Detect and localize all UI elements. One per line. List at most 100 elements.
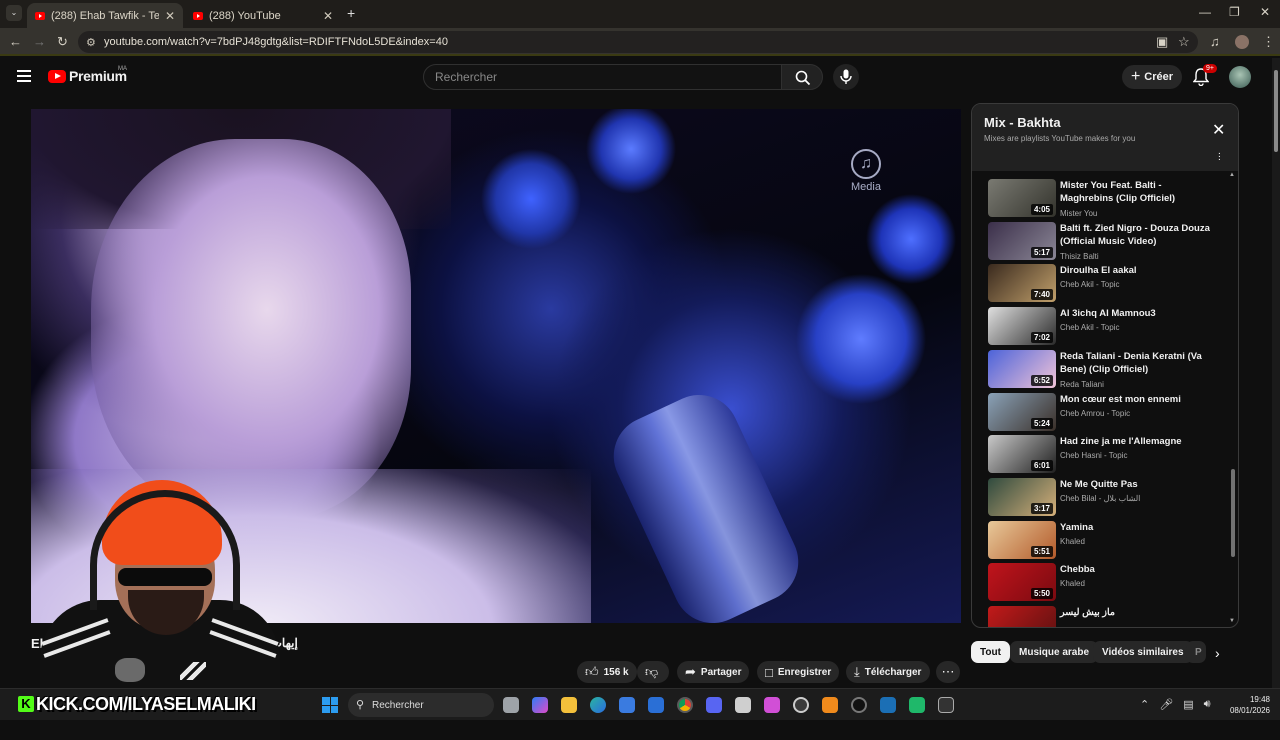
site-info-icon[interactable]: ⚙ xyxy=(86,36,96,49)
create-button[interactable]: + Créer xyxy=(1122,65,1182,89)
edge-icon[interactable] xyxy=(590,697,606,713)
video-thumbnail[interactable]: 4:05 xyxy=(988,179,1056,217)
video-thumbnail[interactable]: 5:51 xyxy=(988,521,1056,559)
more-actions-button[interactable]: ⋯ xyxy=(936,661,960,683)
profile-avatar[interactable] xyxy=(1235,35,1249,49)
playlist-item-title[interactable]: Al 3ichq Al Mamnou3 xyxy=(1060,307,1210,320)
playlist-item[interactable]: 7:02 Al 3ichq Al Mamnou3 Cheb Akil - Topic xyxy=(972,307,1238,347)
playlist-item-title[interactable]: Balti ft. Zied Nigro - Douza Douza (Offi… xyxy=(1060,222,1210,248)
menu-icon[interactable] xyxy=(17,70,31,85)
playlist-item[interactable]: 5:51 Yamina Khaled xyxy=(972,521,1238,561)
vlc-icon[interactable] xyxy=(822,697,838,713)
scroll-down-icon[interactable]: ▼ xyxy=(1229,618,1235,624)
system-clock[interactable]: 19:48 08/01/2026 xyxy=(1222,694,1270,716)
photos-icon[interactable] xyxy=(735,697,751,713)
playlist-scrollbar[interactable] xyxy=(1231,469,1235,557)
video-thumbnail[interactable]: 5:50 xyxy=(988,563,1056,601)
restore-icon[interactable]: ❐ xyxy=(1229,5,1240,19)
minimize-icon[interactable]: — xyxy=(1199,5,1211,19)
playlist-item-title[interactable]: Reda Taliani - Denia Keratni (Va Bene) (… xyxy=(1060,350,1210,376)
capture-icon[interactable] xyxy=(938,697,954,713)
file-explorer-icon[interactable] xyxy=(561,697,577,713)
browser-tab-active[interactable]: (288) Ehab Tawfik - Tetraga Fya ✕ xyxy=(27,3,183,28)
playlist-item[interactable]: 6:52 Reda Taliani - Denia Keratni (Va Ben… xyxy=(972,350,1238,390)
obs-icon[interactable] xyxy=(793,697,809,713)
playlist-item-title[interactable]: Mon cœur est mon ennemi xyxy=(1060,393,1210,406)
chevron-up-icon[interactable]: ⌃ xyxy=(1140,698,1149,711)
task-view-icon[interactable] xyxy=(503,697,519,713)
playlist-item-title[interactable]: Chebba xyxy=(1060,563,1210,576)
chip-more[interactable]: P xyxy=(1186,641,1206,663)
address-bar[interactable]: ⚙ youtube.com/watch?v=7bdPJ48gdtg&list=R… xyxy=(78,31,1198,53)
video-thumbnail[interactable]: 3:17 xyxy=(988,478,1056,516)
notifications-button[interactable]: 9+ xyxy=(1192,64,1217,87)
store-icon[interactable] xyxy=(619,697,635,713)
playlist-item[interactable]: 4:05 Mister You Feat. Balti - Maghrebins … xyxy=(972,179,1238,219)
back-icon[interactable]: ← xyxy=(9,34,22,49)
steam-icon[interactable] xyxy=(880,697,896,713)
dislike-button[interactable]: 👎︎ xyxy=(637,661,669,683)
mail-icon[interactable] xyxy=(648,697,664,713)
save-button[interactable]: □ Enregistrer xyxy=(757,661,839,683)
chip-arabic-music[interactable]: Musique arabe xyxy=(1010,641,1099,663)
close-window-icon[interactable]: ✕ xyxy=(1260,5,1270,19)
taskbar-search[interactable]: ⚲ Rechercher xyxy=(348,693,494,717)
playlist-item[interactable]: ماز بيش ليسر xyxy=(972,606,1238,627)
close-tab-icon[interactable]: ✕ xyxy=(165,9,175,23)
install-app-icon[interactable]: ▣ xyxy=(1156,34,1168,50)
tab-list-icon[interactable]: ⌄ xyxy=(6,5,22,21)
media-controls-icon[interactable]: ♫ xyxy=(1210,34,1220,49)
playlist-item-title[interactable]: ماز بيش ليسر xyxy=(1060,606,1210,619)
more-vertical-icon[interactable]: ... xyxy=(1218,147,1221,163)
share-button[interactable]: ➦ Partager xyxy=(677,661,749,683)
bookmark-star-icon[interactable]: ☆ xyxy=(1178,34,1190,50)
playlist-item-title[interactable]: Had zine ja me l'Allemagne xyxy=(1060,435,1210,448)
forward-icon[interactable]: → xyxy=(33,34,46,49)
playlist-item[interactable]: 5:24 Mon cœur est mon ennemi Cheb Amrou - … xyxy=(972,393,1238,433)
search-button[interactable] xyxy=(781,64,823,90)
discord-icon[interactable] xyxy=(706,697,722,713)
scroll-up-icon[interactable]: ▲ xyxy=(1229,172,1235,178)
video-thumbnail[interactable]: 7:40 xyxy=(988,264,1056,302)
gamepad-icon[interactable] xyxy=(764,697,780,713)
video-thumbnail[interactable]: 5:24 xyxy=(988,393,1056,431)
search-input[interactable]: Rechercher xyxy=(423,64,782,90)
playlist-item-title[interactable]: Mister You Feat. Balti - Maghrebins (Cli… xyxy=(1060,179,1210,205)
playlist-title[interactable]: Mix - Bakhta xyxy=(984,115,1061,130)
copilot-icon[interactable] xyxy=(532,697,548,713)
new-tab-button[interactable]: + xyxy=(347,5,355,21)
page-scrollbar[interactable] xyxy=(1272,58,1280,688)
playlist-item-title[interactable]: Yamina xyxy=(1060,521,1210,534)
playlist-item-title[interactable]: Diroulha El aakal xyxy=(1060,264,1210,277)
video-thumbnail[interactable]: 6:52 xyxy=(988,350,1056,388)
chip-related-videos[interactable]: Vidéos similaires xyxy=(1093,641,1193,663)
close-tab-icon[interactable]: ✕ xyxy=(323,9,333,23)
close-icon[interactable]: ✕ xyxy=(1212,120,1225,140)
media-player-icon[interactable] xyxy=(909,697,925,713)
download-button[interactable]: ⤓ Télécharger xyxy=(846,661,930,683)
chrome-icon[interactable] xyxy=(677,697,693,713)
scrollbar-thumb[interactable] xyxy=(1274,70,1278,152)
video-thumbnail[interactable]: 5:17 xyxy=(988,222,1056,260)
youtube-premium-logo[interactable]: Premium MA xyxy=(48,66,127,84)
volume-icon[interactable]: 🔊︎ xyxy=(1204,698,1211,711)
video-thumbnail[interactable]: 6:01 xyxy=(988,435,1056,473)
like-button[interactable]: 👍︎ 156 k xyxy=(577,661,637,683)
playlist-item[interactable]: 5:17 Balti ft. Zied Nigro - Douza Douza (… xyxy=(972,222,1238,262)
video-thumbnail[interactable] xyxy=(988,606,1056,627)
browser-tab[interactable]: (288) YouTube ✕ xyxy=(185,3,341,28)
chip-all[interactable]: Tout xyxy=(971,641,1010,663)
reload-icon[interactable]: ↻ xyxy=(57,34,68,50)
voice-search-button[interactable] xyxy=(833,64,859,90)
chevron-right-icon[interactable]: › xyxy=(1215,645,1220,661)
playlist-item[interactable]: 3:17 Ne Me Quitte Pas Cheb Bilal - الشاب ب… xyxy=(972,478,1238,518)
account-avatar[interactable] xyxy=(1229,66,1251,88)
playlist-item[interactable]: 5:50 Chebba Khaled xyxy=(972,563,1238,603)
app-icon[interactable] xyxy=(851,697,867,713)
video-thumbnail[interactable]: 7:02 xyxy=(988,307,1056,345)
browser-menu-icon[interactable]: ⋮ xyxy=(1262,34,1275,50)
windows-start-icon[interactable] xyxy=(322,697,338,713)
network-icon[interactable]: ▤ xyxy=(1183,698,1193,711)
playlist-item-title[interactable]: Ne Me Quitte Pas xyxy=(1060,478,1210,491)
playlist-item[interactable]: 6:01 Had zine ja me l'Allemagne Cheb Hasni… xyxy=(972,435,1238,475)
